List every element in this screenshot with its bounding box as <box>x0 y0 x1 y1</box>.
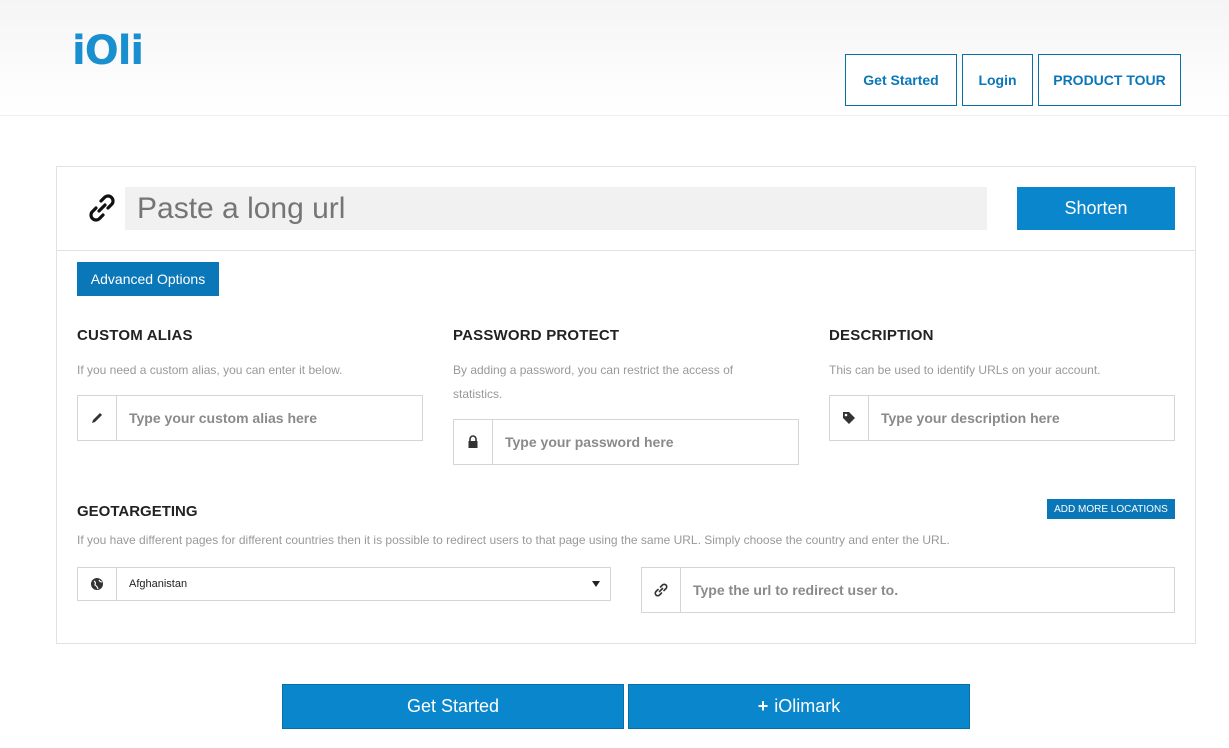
custom-alias-field[interactable]: Type your custom alias here <box>77 395 423 441</box>
password-description: By adding a password, you can restrict t… <box>453 363 734 401</box>
chevron-down-icon <box>592 581 600 587</box>
plus-icon: + <box>757 696 769 716</box>
description-placeholder: Type your description here <box>881 410 1060 426</box>
logo[interactable]: iOli <box>72 28 144 74</box>
description-title: DESCRIPTION <box>829 327 934 344</box>
custom-alias-section: CUSTOM ALIAS If you need a custom alias,… <box>77 327 423 382</box>
description-field[interactable]: Type your description here <box>829 395 1175 441</box>
redirect-url-placeholder: Type the url to redirect user to. <box>693 582 899 598</box>
password-title: PASSWORD PROTECT <box>453 327 620 344</box>
advanced-options-button[interactable]: Advanced Options <box>77 262 219 296</box>
long-url-input[interactable] <box>125 187 987 230</box>
geotargeting-title: GEOTARGETING <box>77 503 198 520</box>
nav-get-started-button[interactable]: Get Started <box>845 54 957 106</box>
custom-alias-placeholder: Type your custom alias here <box>129 410 318 426</box>
iolimark-label: iOlimark <box>774 696 841 716</box>
header: iOli Get Started Login PRODUCT TOUR <box>0 0 1229 116</box>
password-field[interactable]: Type your password here <box>453 419 799 465</box>
password-section: PASSWORD PROTECT By adding a password, y… <box>453 327 773 406</box>
nav-product-tour-button[interactable]: PRODUCT TOUR <box>1038 54 1181 106</box>
shortener-panel: Shorten Advanced Options CUSTOM ALIAS If… <box>56 166 1196 644</box>
globe-icon <box>78 568 117 600</box>
custom-alias-description: If you need a custom alias, you can ente… <box>77 363 343 377</box>
pencil-icon <box>78 396 117 440</box>
url-row: Shorten <box>57 167 1195 251</box>
add-more-locations-button[interactable]: ADD MORE LOCATIONS <box>1047 499 1175 519</box>
description-section: DESCRIPTION This can be used to identify… <box>829 327 1175 382</box>
country-select-value: Afghanistan <box>129 578 188 590</box>
get-started-button[interactable]: Get Started <box>282 684 624 729</box>
iolimark-button[interactable]: + iOlimark <box>628 684 970 729</box>
geotargeting-description: If you have different pages for differen… <box>77 533 950 547</box>
redirect-url-field[interactable]: Type the url to redirect user to. <box>641 567 1175 613</box>
lock-icon <box>454 420 493 464</box>
tag-icon <box>830 396 869 440</box>
description-description: This can be used to identify URLs on you… <box>829 363 1101 377</box>
password-placeholder: Type your password here <box>505 434 674 450</box>
link-icon <box>642 568 681 612</box>
nav-login-button[interactable]: Login <box>962 54 1033 106</box>
link-icon <box>89 194 115 222</box>
shorten-button[interactable]: Shorten <box>1017 187 1175 230</box>
custom-alias-title: CUSTOM ALIAS <box>77 327 193 344</box>
country-select[interactable]: Afghanistan <box>77 567 611 601</box>
